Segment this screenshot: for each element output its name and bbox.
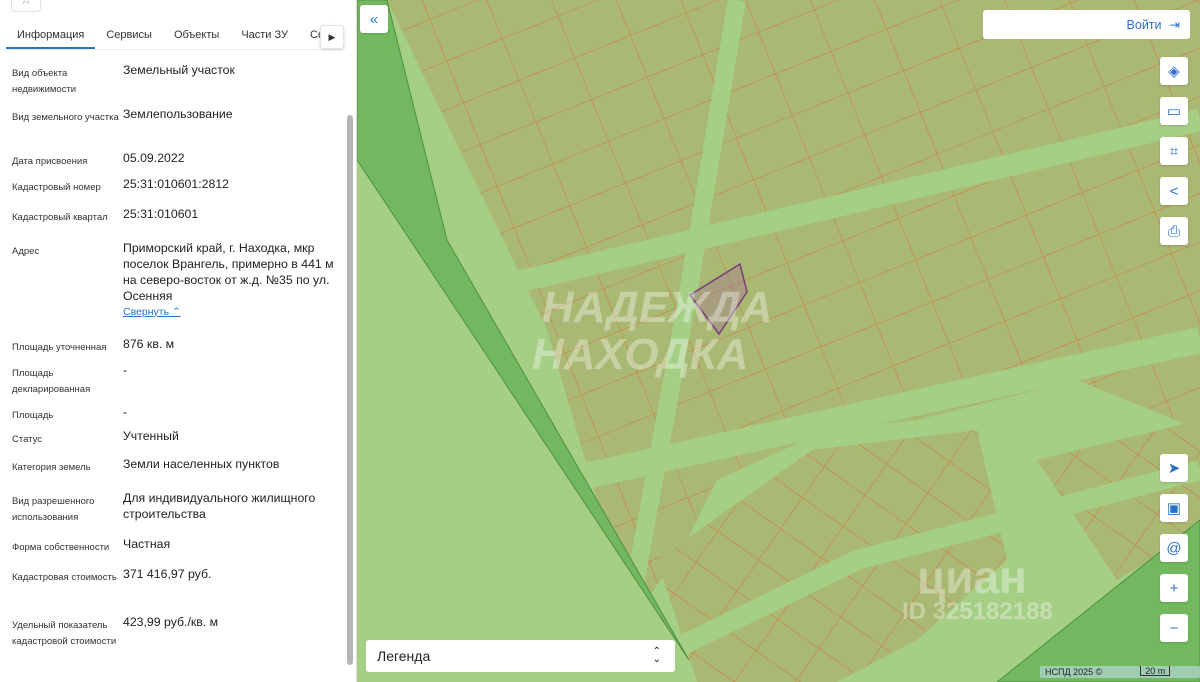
- info-panel: ☆ Информация Сервисы Объекты Части ЗУ Со…: [0, 0, 357, 682]
- row-label: Вид объекта недвижимости: [12, 68, 77, 95]
- login-icon: ⇥: [1169, 18, 1180, 32]
- scrollbar[interactable]: [347, 115, 353, 665]
- row-value: Приморский край, г. Находка, мкр поселок…: [123, 241, 334, 303]
- map-canvas: [357, 0, 1200, 682]
- minimap-icon: ▣: [1166, 500, 1182, 517]
- info-row: Кадастровый номер 25:31:010601:2812: [0, 176, 345, 196]
- row-label: Адрес: [12, 246, 40, 257]
- row-label: Вид земельного участка: [12, 112, 119, 123]
- row-value: 25:31:010601:2812: [123, 177, 229, 191]
- chevron-up-icon: ⌃: [171, 306, 181, 318]
- row-label: Статус: [12, 434, 43, 445]
- watermark: ID 325182188: [902, 598, 1053, 625]
- map[interactable]: НАДЕЖДА НАХОДКА циан ID 325182188 « Войт…: [357, 0, 1200, 682]
- tab-info[interactable]: Информация: [6, 22, 96, 49]
- ruler-icon: ▭: [1166, 103, 1182, 120]
- area-search-icon: ⌗: [1169, 142, 1179, 160]
- tab-parts[interactable]: Части ЗУ: [230, 22, 299, 49]
- info-row: Площадь уточненная 876 кв. м: [0, 336, 345, 356]
- row-value: 25:31:010601: [123, 207, 199, 221]
- row-value: 876 кв. м: [123, 337, 175, 351]
- row-value: Земли населенных пунктов: [123, 457, 280, 471]
- info-row: Площадь декларированная -: [0, 362, 345, 398]
- watermark: НАХОДКА: [532, 330, 749, 379]
- info-row: Статус Учтенный: [0, 428, 345, 448]
- row-value: -: [123, 363, 128, 377]
- collapse-label: Свернуть: [123, 306, 170, 318]
- login-label: Войти: [1126, 17, 1162, 32]
- login-button[interactable]: Войти ⇥: [983, 10, 1190, 39]
- copyright: НСПД 2025 ©: [1045, 667, 1103, 677]
- row-label: Площадь: [12, 410, 54, 421]
- print-icon: ⎙: [1167, 222, 1180, 240]
- row-value: Частная: [123, 537, 171, 551]
- info-row: Вид разрешенного использования Для индиви…: [0, 490, 345, 526]
- row-label: Форма собственности: [12, 542, 110, 553]
- info-row: Дата присвоения 05.09.2022: [0, 150, 345, 170]
- row-label: Удельный показатель кадастровой стоимост…: [12, 620, 117, 647]
- legend-dropdown[interactable]: Легенда ⌃ ⌄: [366, 640, 675, 672]
- watermark: циан: [917, 551, 1027, 603]
- layers-button[interactable]: ◈: [1160, 57, 1188, 85]
- ruler-button[interactable]: ▭: [1160, 97, 1188, 125]
- info-row: Категория земель Земли населенных пунктов: [0, 456, 345, 476]
- info-row: Адрес Приморский край, г. Находка, мкр по…: [0, 240, 345, 318]
- row-label: Категория земель: [12, 462, 91, 473]
- row-label: Вид разрешенного использования: [12, 496, 95, 523]
- tabs-scroll-right-button[interactable]: ▶: [320, 25, 344, 49]
- info-row: Вид объекта недвижимости Земельный участо…: [0, 62, 345, 98]
- navigation-arrow-icon: ➤: [1167, 460, 1181, 477]
- share-button[interactable]: <: [1160, 177, 1188, 205]
- favorite-star-icon[interactable]: ☆: [11, 0, 41, 12]
- row-value: Землепользование: [123, 107, 233, 121]
- info-row: Кадастровая стоимость 371 416,97 руб.: [0, 566, 345, 586]
- row-value: 05.09.2022: [123, 151, 185, 165]
- minus-icon: −: [1169, 619, 1179, 637]
- tabs: Информация Сервисы Объекты Части ЗУ Сост…: [0, 22, 345, 50]
- info-row: Кадастровый квартал 25:31:010601: [0, 206, 345, 226]
- row-label: Дата присвоения: [12, 156, 88, 167]
- row-value: 423,99 руб./кв. м: [123, 615, 219, 629]
- row-label: Кадастровая стоимость: [12, 572, 117, 583]
- minimap-button[interactable]: ▣: [1160, 494, 1188, 522]
- collapse-link[interactable]: Свернуть ⌃: [123, 306, 181, 318]
- share-icon: <: [1169, 182, 1179, 200]
- print-button[interactable]: ⎙: [1160, 217, 1188, 245]
- tab-objects[interactable]: Объекты: [163, 22, 230, 49]
- zoom-out-button[interactable]: −: [1160, 614, 1188, 642]
- map-footer: НСПД 2025 © 20 m: [1040, 666, 1200, 678]
- location-search-icon: @: [1166, 539, 1182, 557]
- layers-icon: ◈: [1168, 63, 1180, 80]
- geo-search-button[interactable]: @: [1160, 534, 1188, 562]
- row-label: Кадастровый номер: [12, 182, 101, 193]
- info-row: Вид земельного участка Землепользование: [0, 106, 345, 126]
- watermark: НАДЕЖДА: [542, 283, 773, 332]
- zoom-in-button[interactable]: +: [1160, 574, 1188, 602]
- collapse-panel-button[interactable]: «: [360, 5, 388, 33]
- row-value: 371 416,97 руб.: [123, 567, 212, 581]
- info-row: Площадь -: [0, 404, 345, 424]
- area-search-button[interactable]: ⌗: [1160, 137, 1188, 165]
- legend-label: Легенда: [377, 648, 431, 664]
- tab-services[interactable]: Сервисы: [95, 22, 163, 49]
- row-value: Земельный участок: [123, 63, 235, 77]
- info-row: Форма собственности Частная: [0, 536, 345, 556]
- plus-icon: +: [1169, 579, 1179, 597]
- row-label: Площадь уточненная: [12, 342, 107, 353]
- locate-button[interactable]: ➤: [1160, 454, 1188, 482]
- row-value: -: [123, 405, 128, 419]
- row-value: Учтенный: [123, 429, 179, 443]
- row-label: Кадастровый квартал: [12, 212, 108, 223]
- chevron-updown-icon: ⌃ ⌄: [652, 646, 661, 665]
- scale-bar: 20 m: [1140, 666, 1171, 676]
- row-value: Для индивидуального жилищного строительс…: [123, 491, 316, 521]
- info-row: Удельный показатель кадастровой стоимост…: [0, 614, 345, 650]
- row-label: Площадь декларированная: [12, 368, 91, 395]
